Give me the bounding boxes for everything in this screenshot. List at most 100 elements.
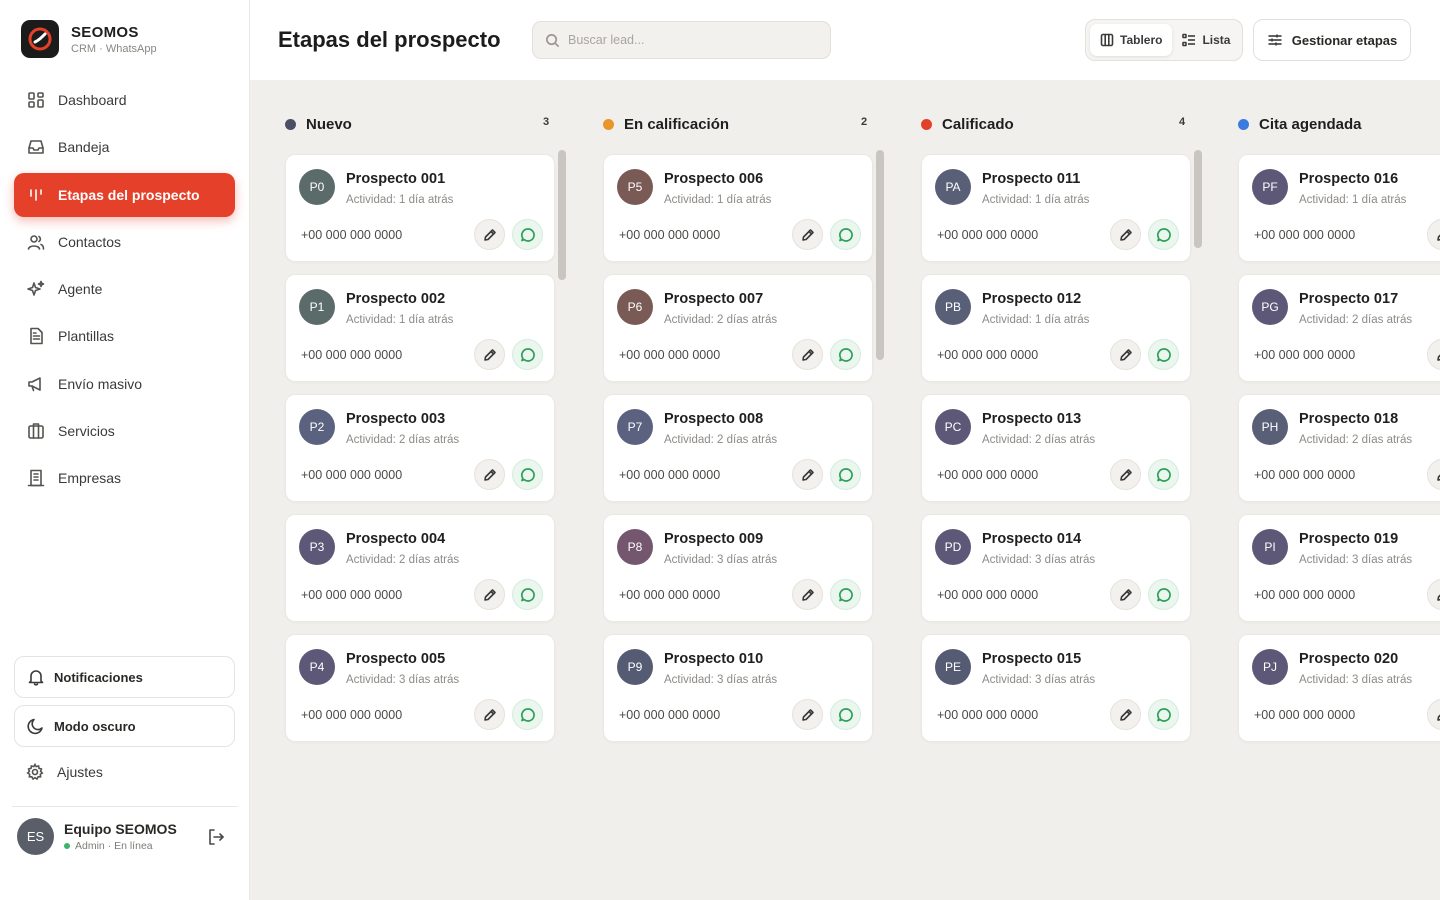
pencil-icon [801,348,814,361]
lead-card[interactable]: PJ Prospecto 020 Actividad: 3 días atrás +0… [1238,634,1440,742]
whatsapp-button[interactable] [512,219,543,250]
lead-activity: Actividad: 2 días atrás [664,314,778,326]
stage-column: Cita agendada PF Prospecto 016 Actividad: 1… [1203,80,1440,900]
whatsapp-button[interactable] [830,339,861,370]
edit-lead-button[interactable] [1427,339,1440,370]
whatsapp-button[interactable] [830,459,861,490]
edit-lead-button[interactable] [1110,579,1141,610]
lead-card[interactable]: P9 Prospecto 010 Actividad: 3 días atrás +0… [603,634,873,742]
lead-card[interactable]: PH Prospecto 018 Actividad: 2 días atrás +0… [1238,394,1440,502]
whatsapp-button[interactable] [512,339,543,370]
nav-item-envio-masivo[interactable]: Envío masivo [14,362,235,406]
lead-card[interactable]: PE Prospecto 015 Actividad: 3 días atrás +0… [921,634,1191,742]
whatsapp-button[interactable] [512,459,543,490]
lead-card[interactable]: PA Prospecto 011 Actividad: 1 día atrás +00… [921,154,1191,262]
edit-lead-button[interactable] [474,219,505,250]
edit-lead-button[interactable] [792,459,823,490]
edit-lead-button[interactable] [1427,579,1440,610]
whatsapp-button[interactable] [512,699,543,730]
lead-card[interactable]: PG Prospecto 017 Actividad: 2 días atrás +0… [1238,274,1440,382]
whatsapp-button[interactable] [830,579,861,610]
nav-item-agente[interactable]: Agente [14,267,235,311]
dark-mode-button[interactable]: Modo oscuro [14,705,235,747]
pencil-icon [483,228,496,241]
edit-lead-button[interactable] [792,339,823,370]
search-box[interactable] [532,21,831,59]
notifications-button[interactable]: Notificaciones [14,656,235,698]
nav-item-bandeja[interactable]: Bandeja [14,125,235,169]
edit-lead-button[interactable] [1427,219,1440,250]
edit-lead-button[interactable] [474,699,505,730]
lead-activity: Actividad: 2 días atrás [346,554,460,566]
edit-lead-button[interactable] [1427,459,1440,490]
edit-lead-button[interactable] [1110,219,1141,250]
whatsapp-button[interactable] [1148,579,1179,610]
whatsapp-button[interactable] [1148,699,1179,730]
column-scrollbar[interactable] [1194,150,1202,248]
settings-link[interactable]: Ajustes [26,763,103,781]
whatsapp-button[interactable] [830,699,861,730]
lead-phone: +00 000 000 0000 [1254,588,1356,602]
edit-lead-button[interactable] [792,219,823,250]
lead-activity: Actividad: 3 días atrás [664,674,778,686]
edit-lead-button[interactable] [1110,699,1141,730]
column-header[interactable]: Nuevo 3 [285,115,555,133]
lead-card[interactable]: P3 Prospecto 004 Actividad: 2 días atrás +0… [285,514,555,622]
whatsapp-button[interactable] [512,579,543,610]
lead-card[interactable]: PD Prospecto 014 Actividad: 3 días atrás +0… [921,514,1191,622]
user-profile[interactable]: ES Equipo SEOMOS Admin · En línea [17,818,232,855]
pencil-icon [801,588,814,601]
edit-lead-button[interactable] [1110,339,1141,370]
edit-lead-button[interactable] [474,459,505,490]
whatsapp-button[interactable] [830,219,861,250]
column-header[interactable]: Calificado 4 [921,115,1191,133]
edit-lead-button[interactable] [474,339,505,370]
online-dot-icon [64,843,70,849]
pencil-icon [1119,588,1132,601]
edit-lead-button[interactable] [474,579,505,610]
whatsapp-button[interactable] [1148,459,1179,490]
lead-card[interactable]: P5 Prospecto 006 Actividad: 1 día atrás +00… [603,154,873,262]
lead-name: Prospecto 017 [1299,291,1399,307]
logout-button[interactable] [206,827,226,852]
nav-item-dashboard[interactable]: Dashboard [14,78,235,122]
lead-card[interactable]: P7 Prospecto 008 Actividad: 2 días atrás +0… [603,394,873,502]
lead-card[interactable]: PF Prospecto 016 Actividad: 1 día atrás +00… [1238,154,1440,262]
edit-lead-button[interactable] [792,699,823,730]
pencil-icon [1436,713,1440,721]
whatsapp-button[interactable] [1148,339,1179,370]
stage-column: En calificación 2 P5 Prospecto 006 Actividad… [568,80,884,900]
lead-name: Prospecto 003 [346,411,446,427]
column-header[interactable]: En calificación 2 [603,115,873,133]
lead-card[interactable]: P8 Prospecto 009 Actividad: 3 días atrás +0… [603,514,873,622]
view-list-button[interactable]: Lista [1172,24,1240,56]
lead-card[interactable]: PC Prospecto 013 Actividad: 2 días atrás +0… [921,394,1191,502]
lead-name: Prospecto 020 [1299,651,1399,667]
whatsapp-button[interactable] [1148,219,1179,250]
nav-item-contactos[interactable]: Contactos [14,220,235,264]
lead-card[interactable]: P6 Prospecto 007 Actividad: 2 días atrás +0… [603,274,873,382]
lead-card[interactable]: PI Prospecto 019 Actividad: 3 días atrás +0… [1238,514,1440,622]
nav-item-servicios[interactable]: Servicios [14,409,235,453]
lead-card[interactable]: P4 Prospecto 005 Actividad: 3 días atrás +0… [285,634,555,742]
lead-card[interactable]: P2 Prospecto 003 Actividad: 2 días atrás +0… [285,394,555,502]
column-scrollbar[interactable] [876,150,884,360]
lead-card[interactable]: PB Prospecto 012 Actividad: 1 día atrás +00… [921,274,1191,382]
lead-phone: +00 000 000 0000 [301,588,403,602]
edit-lead-button[interactable] [1110,459,1141,490]
nav-item-empresas[interactable]: Empresas [14,456,235,500]
brand[interactable]: SEOMOS CRM · WhatsApp [21,20,157,58]
avatar: PD [935,529,971,565]
search-input[interactable] [568,33,808,47]
view-board-button[interactable]: Tablero [1090,24,1173,56]
column-scrollbar[interactable] [558,150,566,280]
nav-item-plantillas[interactable]: Plantillas [14,314,235,358]
lead-card[interactable]: P0 Prospecto 001 Actividad: 1 día atrás +00… [285,154,555,262]
nav-item-etapas[interactable]: Etapas del prospecto [14,172,235,217]
manage-stages-button[interactable]: Gestionar etapas [1253,19,1411,61]
edit-lead-button[interactable] [1427,699,1440,730]
column-header[interactable]: Cita agendada [1238,115,1440,133]
list-icon [1182,33,1196,47]
edit-lead-button[interactable] [792,579,823,610]
lead-card[interactable]: P1 Prospecto 002 Actividad: 1 día atrás +00… [285,274,555,382]
